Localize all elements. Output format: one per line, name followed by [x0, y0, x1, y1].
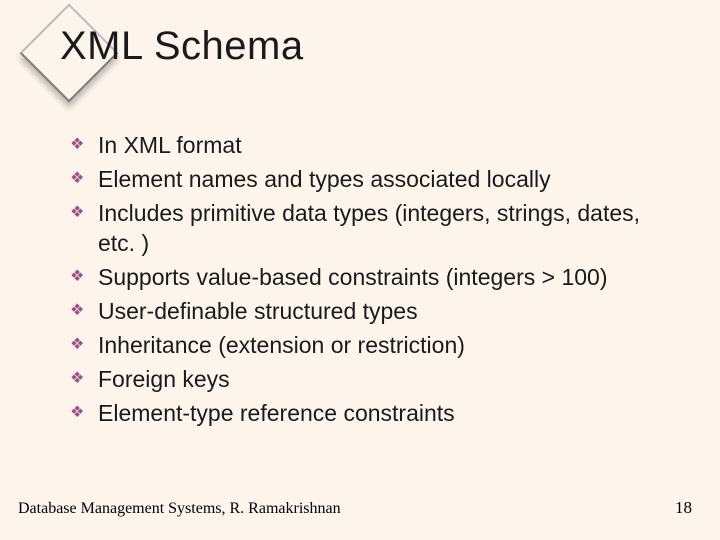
list-item: ❖ Supports value-based constraints (inte…	[70, 262, 680, 292]
diamond-bullet-icon: ❖	[70, 296, 98, 326]
slide-number: 18	[675, 498, 692, 518]
list-item-text: Foreign keys	[98, 364, 230, 394]
list-item: ❖ Element names and types associated loc…	[70, 164, 680, 194]
diamond-bullet-icon: ❖	[70, 130, 98, 160]
list-item-text: Includes primitive data types (integers,…	[98, 198, 680, 258]
diamond-bullet-icon: ❖	[70, 164, 98, 194]
list-item: ❖ User-definable structured types	[70, 296, 680, 326]
list-item-text: In XML format	[98, 130, 242, 160]
slide-title: XML Schema	[60, 24, 304, 69]
list-item-text: Element-type reference constraints	[98, 398, 455, 428]
list-item-text: Inheritance (extension or restriction)	[98, 330, 465, 360]
diamond-bullet-icon: ❖	[70, 198, 98, 228]
diamond-bullet-icon: ❖	[70, 262, 98, 292]
list-item: ❖ In XML format	[70, 130, 680, 160]
diamond-bullet-icon: ❖	[70, 330, 98, 360]
list-item: ❖ Inheritance (extension or restriction)	[70, 330, 680, 360]
list-item: ❖ Element-type reference constraints	[70, 398, 680, 428]
list-item-text: Supports value-based constraints (intege…	[98, 262, 607, 292]
bullet-list: ❖ In XML format ❖ Element names and type…	[70, 130, 680, 432]
list-item-text: User-definable structured types	[98, 296, 418, 326]
diamond-bullet-icon: ❖	[70, 398, 98, 428]
diamond-bullet-icon: ❖	[70, 364, 98, 394]
list-item-text: Element names and types associated local…	[98, 164, 551, 194]
list-item: ❖ Includes primitive data types (integer…	[70, 198, 680, 258]
footer-attribution: Database Management Systems, R. Ramakris…	[18, 500, 341, 518]
list-item: ❖ Foreign keys	[70, 364, 680, 394]
